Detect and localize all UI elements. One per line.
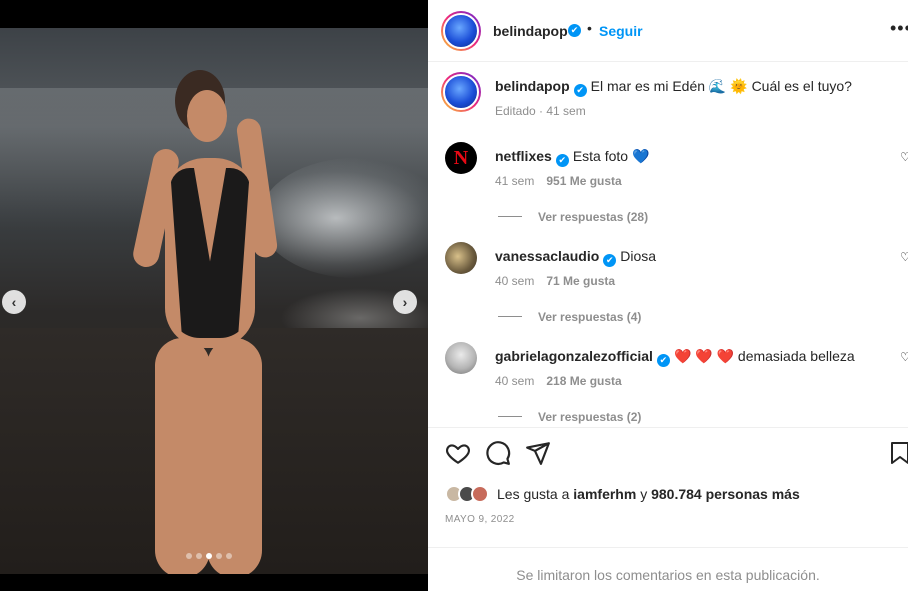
comment-username[interactable]: netflixes [495,148,552,164]
carousel-next-button[interactable]: › [393,290,417,314]
author-avatar[interactable] [441,72,481,112]
comment-line: netflixes ✔ Esta foto 💙 [495,148,649,167]
caption-time[interactable]: 41 sem [546,104,585,118]
caption-meta: Editado · 41 sem [495,104,586,118]
author-username[interactable]: belindapop [493,23,568,39]
carousel-dot-active [206,553,212,559]
comment-meta: 40 sem 218 Me gusta [495,374,622,388]
caption-line: belindapop ✔ El mar es mi Edén 🌊 🌞 Cuál es… [495,78,852,97]
caption-edited-label: Editado [495,104,536,118]
likes-middle: y [640,486,648,502]
post-date[interactable]: MAYO 9, 2022 [445,514,515,525]
author-avatar[interactable] [441,11,481,51]
comment-time[interactable]: 40 sem [495,274,534,288]
comment-time[interactable]: 40 sem [495,374,534,388]
comment-meta: 40 sem 71 Me gusta [495,274,615,288]
comment-heart-icon[interactable]: ♡ [900,150,908,164]
carousel-dot [186,553,192,559]
verified-badge-icon: ✔ [568,24,581,37]
view-replies-button[interactable]: Ver respuestas (28) [498,210,648,224]
comment-line: vanessaclaudio ✔ Diosa [495,248,656,267]
likes-summary: Les gusta a iamferhm y 980.784 personas … [445,485,800,503]
carousel-prev-button[interactable]: ‹ [2,290,26,314]
post-header: belindapop ✔ • Seguir ••• [428,0,908,62]
likes-count-link[interactable]: 980.784 personas más [651,486,800,502]
likes-prefix: Les gusta a [497,486,570,502]
post-side-panel: belindapop ✔ • Seguir ••• belindapop✔El … [428,0,908,591]
carousel-dots [186,553,232,559]
limit-divider [428,547,908,548]
comment-username[interactable]: vanessaclaudio [495,248,599,264]
comment-avatar[interactable]: N [445,142,477,174]
more-options-icon[interactable]: ••• [890,18,908,39]
verified-badge-icon: ✔ [573,84,587,97]
comment-icon[interactable] [485,440,511,466]
view-replies-button[interactable]: Ver respuestas (4) [498,310,641,324]
comment-text: Diosa [620,248,657,264]
comment-time[interactable]: 41 sem [495,174,534,188]
caption-text: El mar es mi Edén 🌊 🌞 Cuál es el tuyo? [590,78,852,94]
comment-heart-icon[interactable]: ♡ [900,350,908,364]
chevron-left-icon: ‹ [11,294,17,310]
send-icon[interactable] [525,440,551,466]
actions-divider [428,427,908,428]
view-replies-button[interactable]: Ver respuestas (2) [498,410,641,424]
liker-avatars[interactable] [445,485,489,503]
liker-avatar [471,485,489,503]
likes-user-link[interactable]: iamferhm [573,486,636,502]
comment-text: ❤️ ❤️ ❤️ demasiada belleza [673,348,855,364]
comment-avatar[interactable] [445,342,477,374]
comment-avatar[interactable] [445,242,477,274]
carousel-dot [226,553,232,559]
comment-meta: 41 sem 951 Me gusta [495,174,622,188]
post-photo[interactable] [0,28,428,574]
comments-limited-notice: Se limitaron los comentarios en esta pub… [516,567,820,583]
caption-username[interactable]: belindapop [495,78,570,94]
verified-badge-icon: ✔ [656,354,670,367]
comment-heart-icon[interactable]: ♡ [900,250,908,264]
chevron-right-icon: › [402,294,408,310]
comment-likes[interactable]: 951 Me gusta [546,174,621,188]
post-media-panel: ‹ › [0,0,428,591]
header-separator: • [587,20,592,36]
comment-username[interactable]: gabrielagonzalezofficial [495,348,653,364]
person-figure [95,48,295,574]
carousel-dot [216,553,222,559]
verified-badge-icon: ✔ [603,254,617,267]
comment-text: Esta foto 💙 [572,148,650,164]
verified-badge-icon: ✔ [555,154,569,167]
comment-line: gabrielagonzalezofficial ✔ ❤️ ❤️ ❤️ demasi… [495,348,855,367]
comment-likes[interactable]: 218 Me gusta [546,374,621,388]
comment-likes[interactable]: 71 Me gusta [546,274,615,288]
bookmark-icon[interactable] [890,440,908,466]
heart-icon[interactable] [445,440,471,466]
carousel-dot [196,553,202,559]
follow-button[interactable]: Seguir [599,23,643,39]
